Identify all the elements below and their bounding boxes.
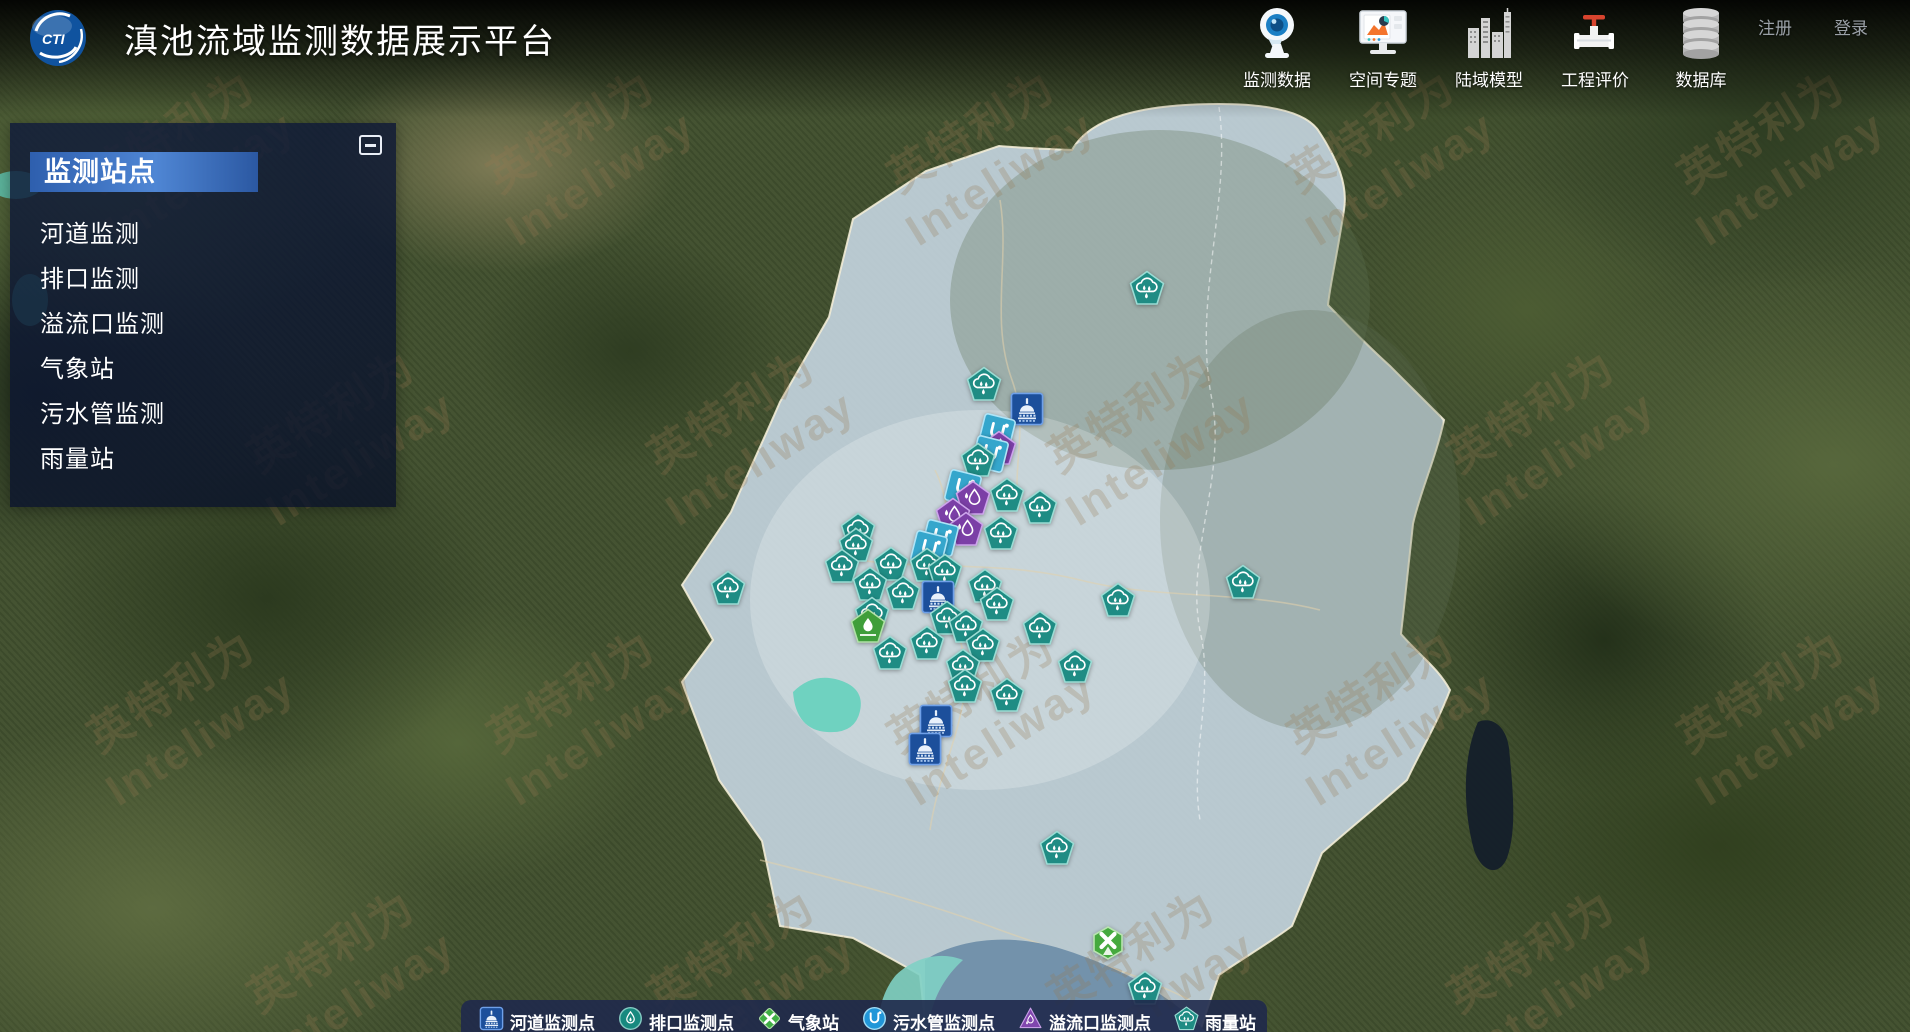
rain-station-marker[interactable]	[872, 635, 908, 671]
main-nav: 监测数据 空间专题 陆域模型 工程评价 数据库	[1224, 4, 1754, 91]
river-marker-icon	[479, 1006, 504, 1032]
nav-item-pipe-valve[interactable]: 工程评价	[1542, 4, 1648, 91]
rain-station-marker[interactable]	[1129, 270, 1165, 306]
rain-station-marker[interactable]	[909, 625, 945, 661]
register-link[interactable]: 注册	[1758, 14, 1792, 39]
sewage-marker-icon	[862, 1006, 887, 1032]
top-bar: CTI 滇池流域监测数据展示平台 监测数据 空间专题 陆域模型	[0, 0, 1910, 118]
rain-station-marker[interactable]	[1057, 648, 1093, 684]
legend-label: 气象站	[788, 1009, 839, 1032]
monitor-station-panel: 监测站点 河道监测排口监测溢流口监测气象站污水管监测雨量站	[10, 123, 396, 507]
nav-item-city-buildings[interactable]: 陆域模型	[1436, 4, 1542, 91]
sidebar-item[interactable]: 污水管监测	[10, 392, 396, 437]
rain-station-marker[interactable]	[1022, 610, 1058, 646]
legend-item-rain[interactable]: 雨量站	[1174, 1006, 1256, 1032]
nav-item-label: 空间专题	[1349, 66, 1417, 91]
svg-text:CTI: CTI	[42, 31, 66, 47]
nav-item-label: 陆域模型	[1455, 66, 1523, 91]
rain-station-marker[interactable]	[966, 366, 1002, 402]
rain-station-marker[interactable]	[947, 668, 983, 704]
legend-label: 河道监测点	[510, 1009, 595, 1032]
city-buildings-icon	[1463, 4, 1515, 62]
platform-logo-icon: CTI	[28, 8, 88, 68]
sidebar-item[interactable]: 溢流口监测	[10, 302, 396, 347]
rain-station-marker[interactable]	[885, 575, 921, 611]
database-icon	[1675, 4, 1727, 62]
overflow-marker-icon	[1018, 1006, 1043, 1032]
rain-station-marker[interactable]	[1039, 830, 1075, 866]
minimize-icon	[365, 144, 376, 147]
login-link[interactable]: 登录	[1834, 14, 1868, 39]
rain-station-marker[interactable]	[983, 515, 1019, 551]
nav-item-label: 数据库	[1676, 66, 1727, 91]
legend-item-weather[interactable]: 气象站	[757, 1006, 839, 1032]
legend-item-overflow[interactable]: 溢流口监测点	[1018, 1006, 1151, 1032]
panel-title: 监测站点	[30, 152, 258, 192]
brand: CTI 滇池流域监测数据展示平台	[28, 8, 556, 68]
rain-station-marker[interactable]	[989, 677, 1025, 713]
legend-label: 排口监测点	[649, 1009, 734, 1032]
rain-marker-icon	[1174, 1006, 1199, 1032]
rain-station-marker[interactable]	[1100, 582, 1136, 618]
map-legend: 河道监测点 排口监测点 气象站 污水管监测点 溢流口监测点 雨量站	[461, 1000, 1267, 1032]
rain-station-marker[interactable]	[989, 477, 1025, 513]
legend-label: 污水管监测点	[893, 1009, 995, 1032]
collapse-panel-button[interactable]	[359, 135, 382, 155]
nav-item-label: 工程评价	[1561, 66, 1629, 91]
nav-item-monitor-chart[interactable]: 空间专题	[1330, 4, 1436, 91]
sidebar-item[interactable]: 气象站	[10, 347, 396, 392]
river-station-marker[interactable]	[908, 732, 942, 766]
sidebar-item[interactable]: 排口监测	[10, 257, 396, 302]
legend-label: 溢流口监测点	[1049, 1009, 1151, 1032]
rain-station-marker[interactable]	[1225, 564, 1261, 600]
rain-station-marker[interactable]	[979, 586, 1015, 622]
weather-marker-icon	[757, 1006, 782, 1032]
legend-item-river[interactable]: 河道监测点	[479, 1006, 595, 1032]
nav-item-camera[interactable]: 监测数据	[1224, 4, 1330, 91]
rain-station-marker[interactable]	[1022, 489, 1058, 525]
rain-station-marker[interactable]	[710, 570, 746, 606]
panel-item-list: 河道监测排口监测溢流口监测气象站污水管监测雨量站	[10, 212, 396, 482]
outlet-marker-icon	[618, 1006, 643, 1032]
camera-icon	[1251, 4, 1303, 62]
nav-item-database[interactable]: 数据库	[1648, 4, 1754, 91]
sidebar-item[interactable]: 雨量站	[10, 437, 396, 482]
sidebar-item[interactable]: 河道监测	[10, 212, 396, 257]
auth-links: 注册 登录	[1758, 14, 1868, 39]
pipe-valve-icon	[1569, 4, 1621, 62]
monitor-chart-icon	[1357, 4, 1409, 62]
legend-item-outlet[interactable]: 排口监测点	[618, 1006, 734, 1032]
legend-label: 雨量站	[1205, 1009, 1256, 1032]
nav-item-label: 监测数据	[1243, 66, 1311, 91]
legend-item-sewage[interactable]: 污水管监测点	[862, 1006, 995, 1032]
weather-station-marker[interactable]	[1090, 925, 1126, 961]
page-title: 滇池流域监测数据展示平台	[124, 14, 556, 63]
